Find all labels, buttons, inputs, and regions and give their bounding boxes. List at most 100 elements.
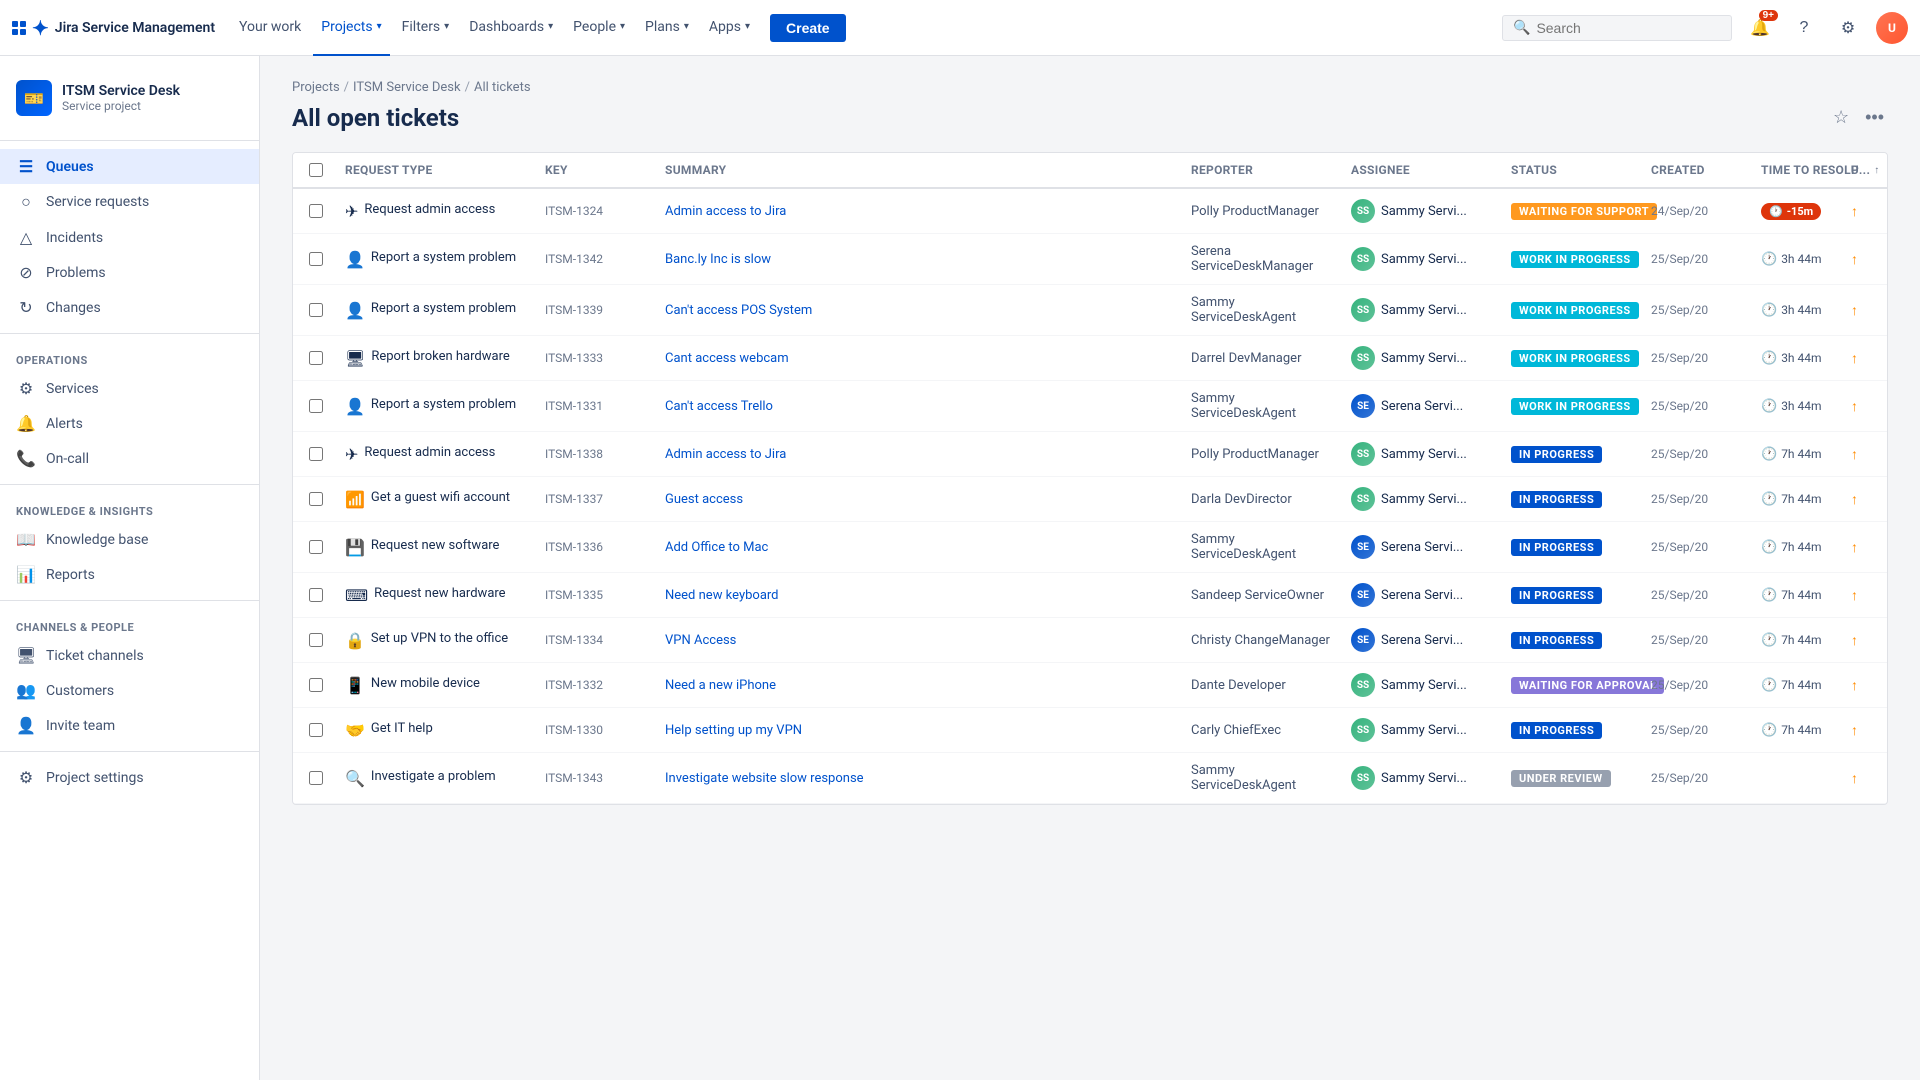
search-input[interactable] [1536,20,1721,36]
nav-filters[interactable]: Filters ▾ [394,0,458,56]
summary-link[interactable]: Need a new iPhone [665,678,776,693]
sidebar-item-project-settings[interactable]: ⚙ Project settings [0,760,259,795]
sidebar-item-changes[interactable]: ↻ Changes [0,290,259,325]
summary-link[interactable]: Can't access Trello [665,399,773,414]
sidebar-item-project-settings-label: Project settings [46,770,144,786]
more-options-button[interactable]: ••• [1861,103,1888,132]
cell-assignee: SE Serena Servi... [1343,618,1503,662]
sidebar-item-alerts[interactable]: 🔔 Alerts [0,406,259,441]
sidebar-divider-2 [0,333,259,334]
time-normal: 🕐7h 44m [1761,723,1822,738]
sidebar-item-service-requests[interactable]: ○ Service requests [0,184,259,220]
summary-link[interactable]: Help setting up my VPN [665,723,802,738]
request-type-label: Get a guest wifi account [371,489,510,507]
cell-created: 25/Sep/20 [1643,389,1753,423]
cell-assignee: SS Sammy Servi... [1343,432,1503,476]
breadcrumb-projects[interactable]: Projects [292,80,340,95]
sidebar-item-incidents[interactable]: △ Incidents [0,220,259,255]
nav-apps[interactable]: Apps ▾ [701,0,758,56]
sidebar-item-reports[interactable]: 📊 Reports [0,557,259,592]
cell-key: ITSM-1343 [537,761,657,795]
app-name: Jira Service Management [55,20,215,36]
time-normal: 🕐7h 44m [1761,633,1822,648]
nav-people[interactable]: People ▾ [565,0,633,56]
cell-reporter: Darla DevDirector [1183,482,1343,517]
user-avatar[interactable]: U [1876,12,1908,44]
sidebar-item-on-call[interactable]: 📞 On-call [0,441,259,476]
request-type-icon: ✈ [345,445,358,464]
summary-link[interactable]: Banc.ly Inc is slow [665,252,771,267]
nav-projects[interactable]: Projects ▾ [313,0,389,56]
cell-status: IN PROGRESS [1503,529,1643,566]
app-logo[interactable]: ✦ Jira Service Management [12,16,215,40]
row-checkbox[interactable] [309,399,323,413]
sidebar-item-knowledge-base[interactable]: 📖 Knowledge base [0,522,259,557]
breadcrumb-current: All tickets [474,80,531,95]
cell-summary: Admin access to Jira [657,194,1183,229]
cell-summary: Can't access POS System [657,293,1183,328]
assignee-name: Serena Servi... [1381,588,1463,603]
cell-assignee: SS Sammy Servi... [1343,189,1503,233]
assignee-avatar: SS [1351,718,1375,742]
row-checkbox[interactable] [309,351,323,365]
star-button[interactable]: ☆ [1829,103,1853,132]
summary-link[interactable]: Can't access POS System [665,303,812,318]
cell-summary: Need a new iPhone [657,668,1183,703]
row-checkbox[interactable] [309,204,323,218]
cell-request-type: 👤 Report a system problem [337,239,537,279]
summary-link[interactable]: Admin access to Jira [665,204,786,219]
summary-link[interactable]: Admin access to Jira [665,447,786,462]
cell-status: WAITING FOR SUPPORT [1503,193,1643,230]
breadcrumb-service-desk[interactable]: ITSM Service Desk [353,80,461,95]
row-checkbox[interactable] [309,771,323,785]
reports-icon: 📊 [16,565,36,584]
row-checkbox[interactable] [309,252,323,266]
cell-checkbox [301,668,337,702]
row-checkbox[interactable] [309,633,323,647]
sidebar-item-invite-team[interactable]: 👤 Invite team [0,708,259,743]
priority-icon: ↑ [1851,398,1858,415]
cell-assignee: SE Serena Servi... [1343,525,1503,569]
on-call-icon: 📞 [16,449,36,468]
request-type-icon: 🖥 [345,349,365,368]
select-all-checkbox[interactable] [309,163,323,177]
sidebar-item-queues[interactable]: ☰ Queues [0,149,259,184]
row-checkbox[interactable] [309,540,323,554]
search-box[interactable]: 🔍 [1502,15,1732,41]
cell-key: ITSM-1334 [537,623,657,657]
row-checkbox[interactable] [309,588,323,602]
summary-link[interactable]: Guest access [665,492,743,507]
row-checkbox[interactable] [309,678,323,692]
services-icon: ⚙ [16,379,36,398]
nav-your-work[interactable]: Your work [231,0,309,56]
row-checkbox[interactable] [309,492,323,506]
project-settings-icon: ⚙ [16,768,36,787]
cell-created: 25/Sep/20 [1643,341,1753,375]
notifications-button[interactable]: 🔔 9+ [1744,12,1776,44]
main-content: Projects / ITSM Service Desk / All ticke… [260,56,1920,1080]
create-button[interactable]: Create [770,14,846,42]
summary-link[interactable]: VPN Access [665,633,736,648]
time-normal: 🕐3h 44m [1761,303,1822,318]
summary-link[interactable]: Cant access webcam [665,351,789,366]
cell-status: WORK IN PROGRESS [1503,292,1643,329]
sidebar-item-ticket-channels[interactable]: 🖥 Ticket channels [0,638,259,673]
summary-link[interactable]: Need new keyboard [665,588,779,603]
summary-link[interactable]: Add Office to Mac [665,540,768,555]
sidebar-item-problems[interactable]: ⊘ Problems [0,255,259,290]
row-checkbox[interactable] [309,723,323,737]
row-checkbox[interactable] [309,303,323,317]
cell-summary: Banc.ly Inc is slow [657,242,1183,277]
row-checkbox[interactable] [309,447,323,461]
nav-dashboards[interactable]: Dashboards ▾ [461,0,561,56]
sidebar-item-services[interactable]: ⚙ Services [0,371,259,406]
cell-created: 25/Sep/20 [1643,530,1753,564]
summary-link[interactable]: Investigate website slow response [665,771,864,786]
cell-priority: ↑ [1843,622,1879,659]
nav-plans[interactable]: Plans ▾ [637,0,697,56]
settings-button[interactable]: ⚙ [1832,12,1864,44]
help-button[interactable]: ? [1788,12,1820,44]
request-type-icon: 💾 [345,538,365,557]
sidebar-item-customers[interactable]: 👥 Customers [0,673,259,708]
cell-summary: Investigate website slow response [657,761,1183,796]
